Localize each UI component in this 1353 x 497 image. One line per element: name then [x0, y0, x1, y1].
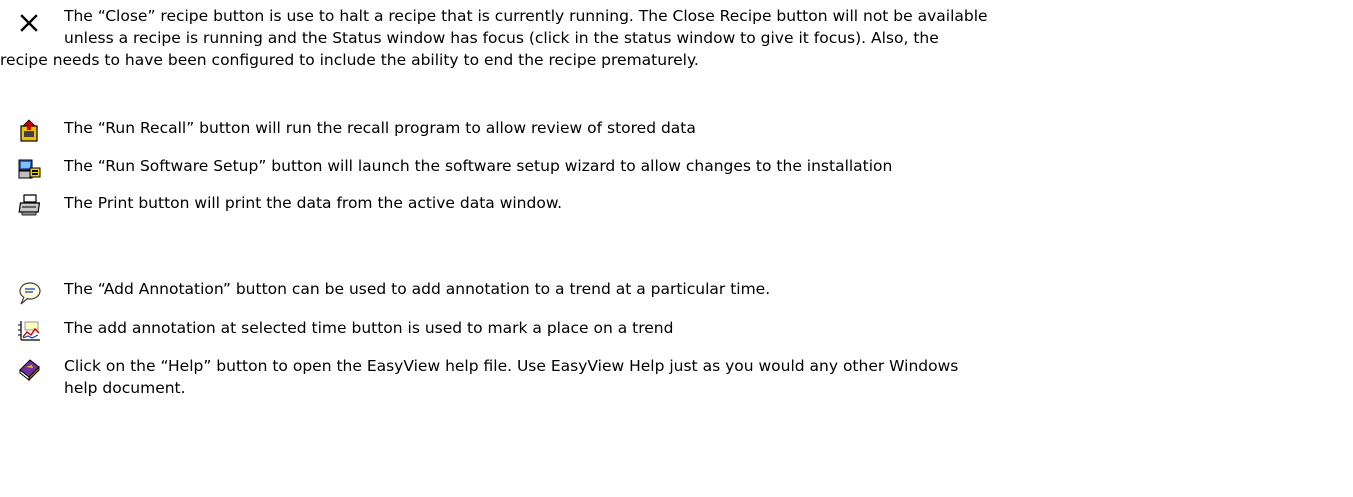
software-setup-description: The “Run Software Setup” button will lau… — [64, 157, 893, 175]
run-recall-description: The “Run Recall” button will run the rec… — [64, 119, 696, 137]
help-line-1: Click on the “Help” button to open the E… — [64, 357, 959, 375]
close-recipe-line-2: unless a recipe is running and the Statu… — [64, 29, 939, 47]
help-line-2: help document. — [64, 379, 186, 397]
trend-annotation-icon[interactable] — [16, 318, 42, 344]
close-recipe-line-1: The “Close” recipe button is use to halt… — [64, 7, 988, 25]
close-recipe-line-3: recipe needs to have been configured to … — [0, 51, 699, 69]
run-recall-icon[interactable] — [16, 118, 42, 144]
trend-annotation-description: The add annotation at selected time butt… — [64, 319, 674, 337]
printer-icon[interactable] — [16, 192, 42, 218]
add-annotation-description: The “Add Annotation” button can be used … — [64, 280, 771, 298]
software-setup-icon[interactable] — [16, 156, 42, 182]
help-description: Click on the “Help” button to open the E… — [0, 355, 1347, 399]
print-description: The Print button will print the data fro… — [64, 194, 563, 212]
close-recipe-description: The “Close” recipe button is use to halt… — [0, 5, 1347, 71]
speech-bubble-icon[interactable] — [16, 280, 42, 306]
